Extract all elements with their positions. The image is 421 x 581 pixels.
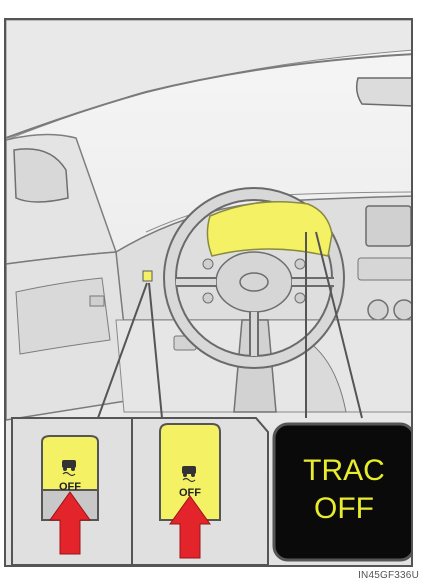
- steering-hub: [215, 251, 293, 313]
- rear-view-mirror: [355, 77, 411, 107]
- illustration-code: IN45GF336U: [358, 570, 419, 581]
- instrument-cluster-highlight: [206, 200, 333, 257]
- switch-location-highlight: [142, 270, 153, 282]
- control-knob: [393, 299, 411, 321]
- control-knob: [367, 299, 389, 321]
- manual-illustration: OFF OFF TRAC OFF IN45GF336U: [0, 0, 421, 581]
- wheel-button: [294, 292, 306, 304]
- window-switch: [89, 295, 105, 307]
- indicator-line-2: OFF: [314, 492, 374, 525]
- illustration-frame: OFF OFF TRAC OFF: [4, 18, 413, 567]
- wheel-button: [202, 258, 214, 270]
- cockpit-drawing: OFF OFF TRAC OFF: [6, 20, 411, 565]
- switch-off-label-left: OFF: [59, 481, 81, 493]
- climate-panel: [357, 257, 411, 281]
- wheel-button: [294, 258, 306, 270]
- center-display: [365, 205, 411, 247]
- wheel-button: [202, 292, 214, 304]
- indicator-line-1: TRAC: [303, 454, 385, 487]
